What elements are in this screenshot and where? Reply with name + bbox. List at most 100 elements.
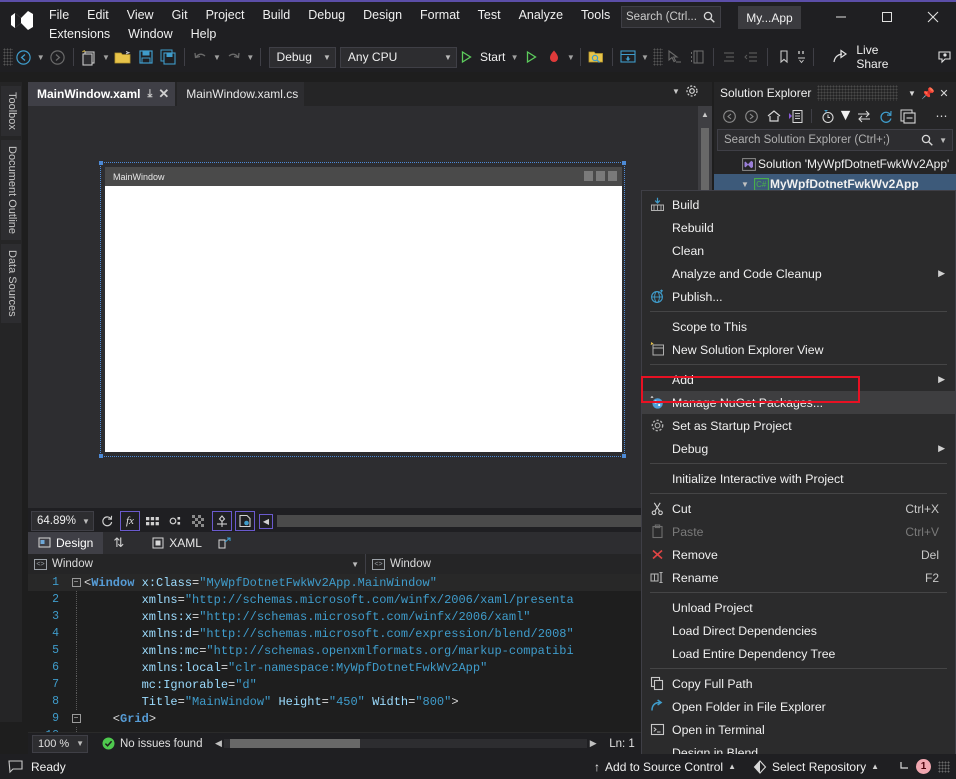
context-menu-item-analyze-and-code-cleanup[interactable]: Analyze and Code Cleanup▶ <box>642 262 955 285</box>
close-tab-icon[interactable]: ✕ <box>158 86 169 102</box>
context-menu-item-rename[interactable]: RenameF2 <box>642 566 955 589</box>
hot-reload-icon[interactable] <box>543 45 566 69</box>
context-menu-item-set-as-startup-project[interactable]: Set as Startup Project <box>642 414 955 437</box>
context-menu-item-open-in-terminal[interactable]: Open in Terminal <box>642 718 955 741</box>
menu-file[interactable]: File <box>40 6 78 24</box>
tab-overflow-caret-icon[interactable]: ▼ <box>672 87 680 96</box>
breadcrumb-member-dropdown[interactable]: <> Window <box>366 554 437 574</box>
selection-handle[interactable] <box>622 454 626 458</box>
scroll-left-arrow-icon[interactable]: ◀ <box>259 514 273 529</box>
open-file-icon[interactable] <box>111 45 134 69</box>
navigate-forward-icon[interactable] <box>46 45 69 69</box>
menu-help[interactable]: Help <box>182 25 226 43</box>
scrollbar-thumb[interactable] <box>230 739 360 748</box>
share-feedback-icon[interactable] <box>933 45 956 69</box>
window-layout-caret-icon[interactable]: ▼ <box>640 46 651 68</box>
context-menu-item-unload-project[interactable]: Unload Project <box>642 596 955 619</box>
pending-changes-icon[interactable] <box>785 106 806 126</box>
context-menu-item-rebuild[interactable]: Rebuild <box>642 216 955 239</box>
live-share-label[interactable]: Live Share <box>852 43 915 71</box>
context-menu-item-cut[interactable]: CutCtrl+X <box>642 497 955 520</box>
selection-handle[interactable] <box>622 161 626 165</box>
grid-icon[interactable] <box>143 511 163 531</box>
collapse-all-icon[interactable] <box>897 106 918 126</box>
code-line[interactable]: 9− <Grid> <box>28 710 712 727</box>
start-caret-icon[interactable]: ▼ <box>509 46 520 68</box>
select-element-icon[interactable] <box>663 45 686 69</box>
menu-analyze[interactable]: Analyze <box>510 6 572 24</box>
add-to-source-control-button[interactable]: ↑ Add to Source Control ▲ <box>594 760 736 774</box>
fold-column[interactable]: − <box>68 578 84 587</box>
context-menu-item-copy-full-path[interactable]: Copy Full Path <box>642 672 955 695</box>
search-input[interactable]: Search (Ctrl... <box>621 6 721 28</box>
start-button-label[interactable]: Start <box>476 50 509 64</box>
collapse-region-icon[interactable]: − <box>72 578 81 587</box>
tab-design[interactable]: Design <box>28 532 103 554</box>
editor-hscroll-track[interactable] <box>224 739 587 748</box>
fold-column[interactable] <box>68 659 84 676</box>
alignment-guides-icon[interactable] <box>212 511 232 531</box>
context-menu-item-build[interactable]: Build <box>642 193 955 216</box>
fold-column[interactable] <box>68 591 84 608</box>
scroll-up-arrow-icon[interactable]: ▲ <box>698 106 712 122</box>
bookmark-icon[interactable] <box>772 45 795 69</box>
editor-zoom-dropdown[interactable]: 100 % ▼ <box>32 735 88 753</box>
tab-xaml[interactable]: XAML <box>142 532 212 554</box>
menu-test[interactable]: Test <box>469 6 510 24</box>
maximize-button[interactable] <box>864 2 910 32</box>
transparency-grid-icon[interactable] <box>189 511 209 531</box>
vertical-tab-toolbox[interactable]: Toolbox <box>1 86 21 136</box>
toggle-panel-icon[interactable] <box>686 45 709 69</box>
search-folder-icon[interactable] <box>585 45 608 69</box>
context-menu-item-load-entire-dependency-tree[interactable]: Load Entire Dependency Tree <box>642 642 955 665</box>
reload-designer-icon[interactable] <box>235 511 255 531</box>
back-icon[interactable] <box>719 106 740 126</box>
configuration-dropdown[interactable]: Debug ▼ <box>269 47 336 68</box>
platform-dropdown[interactable]: Any CPU ▼ <box>340 47 457 68</box>
editor-horizontal-scrollbar[interactable]: ◀ ▶ <box>212 736 599 752</box>
window-layout-icon[interactable] <box>617 45 640 69</box>
menu-window[interactable]: Window <box>119 25 181 43</box>
forward-icon[interactable] <box>741 106 762 126</box>
menu-build[interactable]: Build <box>253 6 299 24</box>
toolbar-overflow-icon[interactable]: ⋯ <box>931 106 952 126</box>
minimize-button[interactable] <box>818 2 864 32</box>
context-menu-item-debug[interactable]: Debug▶ <box>642 437 955 460</box>
code-line[interactable]: 5 xmlns:mc="http://schemas.openxmlformat… <box>28 642 712 659</box>
select-repository-button[interactable]: Select Repository ▲ <box>753 760 879 774</box>
filter-caret-icon[interactable]: ▼ <box>839 106 852 126</box>
collapse-region-icon[interactable]: − <box>72 714 81 723</box>
close-icon[interactable]: ✕ <box>936 84 952 102</box>
fold-column[interactable] <box>68 608 84 625</box>
solution-tree-item[interactable]: Solution 'MyWpfDotnetFwkWv2App' <box>714 154 956 174</box>
designer-zoom-dropdown[interactable]: 64.89% ▼ <box>31 511 94 531</box>
fold-column[interactable] <box>68 625 84 642</box>
issues-indicator[interactable]: No issues found <box>102 737 202 750</box>
scroll-right-arrow-icon[interactable]: ▶ <box>587 738 599 749</box>
pin-tab-icon[interactable]: ⤓ <box>147 88 152 101</box>
gear-icon[interactable] <box>685 84 699 98</box>
code-line[interactable]: 1−<Window x:Class="MyWpfDotnetFwkWv2App.… <box>28 574 712 591</box>
swap-panes-icon[interactable]: ⇅ <box>113 535 124 551</box>
home-icon[interactable] <box>763 106 784 126</box>
document-tab-mainwindow-xaml[interactable]: MainWindow.xaml⤓✕ <box>28 82 175 106</box>
xaml-designer-surface[interactable]: MainWindow ▲ <box>28 106 712 508</box>
sync-with-active-document-icon[interactable] <box>853 106 874 126</box>
menu-extensions[interactable]: Extensions <box>40 25 119 43</box>
selection-handle[interactable] <box>99 454 103 458</box>
pop-out-icon[interactable] <box>218 537 232 550</box>
fold-column[interactable]: − <box>68 714 84 723</box>
refresh-designer-icon[interactable] <box>97 511 117 531</box>
redo-icon[interactable] <box>222 45 245 69</box>
selection-handle[interactable] <box>99 161 103 165</box>
context-menu-item-scope-to-this[interactable]: Scope to This <box>642 315 955 338</box>
code-line[interactable]: 6 xmlns:local="clr-namespace:MyWpfDotnet… <box>28 659 712 676</box>
breadcrumb-type-dropdown[interactable]: <> Window ▼ <box>28 554 366 574</box>
vertical-tab-document-outline[interactable]: Document Outline <box>1 140 21 240</box>
new-project-caret-icon[interactable]: ▼ <box>101 46 112 68</box>
document-tab-mainwindow-xaml-cs[interactable]: MainWindow.xaml.cs <box>177 82 304 106</box>
fold-column[interactable] <box>68 693 84 710</box>
context-menu-item-new-solution-explorer-view[interactable]: New Solution Explorer View <box>642 338 955 361</box>
xaml-code-editor[interactable]: 1−<Window x:Class="MyWpfDotnetFwkWv2App.… <box>28 574 712 732</box>
new-project-icon[interactable] <box>78 45 101 69</box>
